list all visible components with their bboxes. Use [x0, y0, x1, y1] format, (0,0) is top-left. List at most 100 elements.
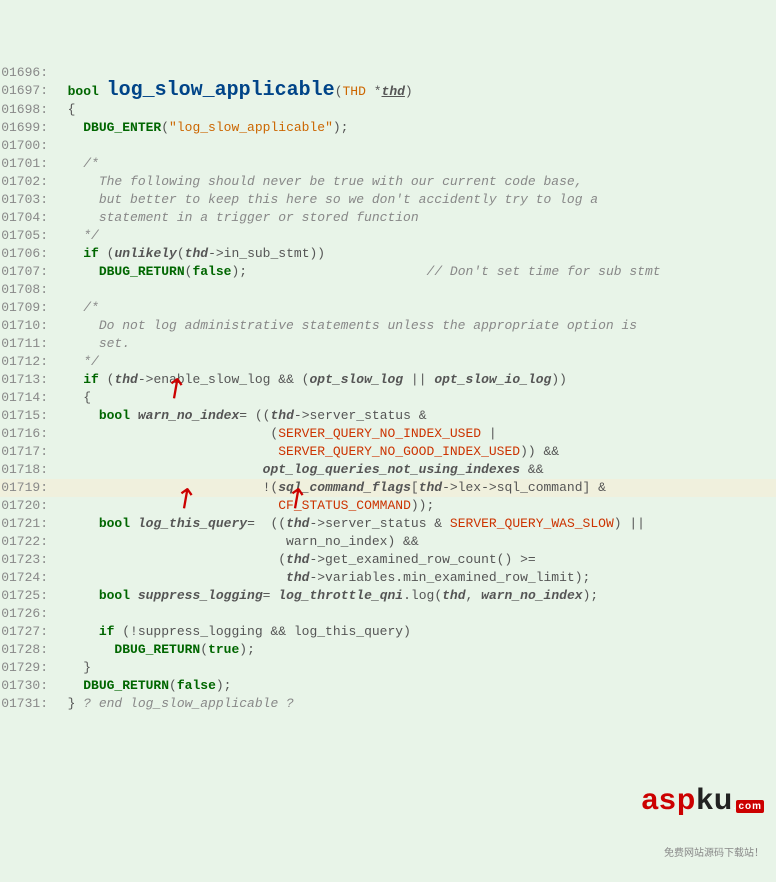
line-number: 01700:: [0, 137, 52, 155]
code-line: 01706: if (unlikely(thd->in_sub_stmt)): [0, 245, 776, 263]
code-line: 01705: */: [0, 227, 776, 245]
line-content: } ? end log_slow_applicable ?: [52, 695, 776, 713]
watermark-brand: aspku.com: [641, 783, 764, 817]
watermark-subtitle: 免费网站源码下载站！: [641, 844, 764, 859]
code-line: 01712: */: [0, 353, 776, 371]
line-content: (SERVER_QUERY_NO_INDEX_USED |: [52, 425, 776, 443]
line-number: 01709:: [0, 299, 52, 317]
line-content: DBUG_RETURN(false); // Don't set time fo…: [52, 263, 776, 281]
line-number: 01696:: [0, 64, 52, 82]
line-number: 01697:: [0, 82, 52, 101]
line-number: 01707:: [0, 263, 52, 281]
line-content: CF_STATUS_COMMAND));: [52, 497, 776, 515]
line-content: thd->variables.min_examined_row_limit);: [52, 569, 776, 587]
line-content: if (thd->enable_slow_log && (opt_slow_lo…: [52, 371, 776, 389]
line-content: opt_log_queries_not_using_indexes &&: [52, 461, 776, 479]
code-line: 01699: DBUG_ENTER("log_slow_applicable")…: [0, 119, 776, 137]
code-line: 01723: (thd->get_examined_row_count() >=: [0, 551, 776, 569]
code-line: 01717: SERVER_QUERY_NO_GOOD_INDEX_USED))…: [0, 443, 776, 461]
line-number: 01701:: [0, 155, 52, 173]
line-content: {: [52, 389, 776, 407]
code-line: 01730: DBUG_RETURN(false);: [0, 677, 776, 695]
line-content: {: [52, 101, 776, 119]
line-content: /*: [52, 155, 776, 173]
line-number: 01719:: [0, 479, 52, 497]
code-line: 01719: !(sql_command_flags[thd->lex->sql…: [0, 479, 776, 497]
line-content: bool warn_no_index= ((thd->server_status…: [52, 407, 776, 425]
line-number: 01728:: [0, 641, 52, 659]
line-number: 01722:: [0, 533, 52, 551]
code-line: 01724: thd->variables.min_examined_row_l…: [0, 569, 776, 587]
line-content: set.: [52, 335, 776, 353]
code-line: 01713: if (thd->enable_slow_log && (opt_…: [0, 371, 776, 389]
code-line: 01702: The following should never be tru…: [0, 173, 776, 191]
code-line: 01704: statement in a trigger or stored …: [0, 209, 776, 227]
line-content: [52, 281, 776, 299]
line-number: 01721:: [0, 515, 52, 533]
line-content: The following should never be true with …: [52, 173, 776, 191]
code-line: 01698: {: [0, 101, 776, 119]
line-content: bool suppress_logging= log_throttle_qni.…: [52, 587, 776, 605]
line-number: 01703:: [0, 191, 52, 209]
line-content: /*: [52, 299, 776, 317]
code-line: 01722: warn_no_index) &&: [0, 533, 776, 551]
line-number: 01714:: [0, 389, 52, 407]
code-line: 01725: bool suppress_logging= log_thrott…: [0, 587, 776, 605]
line-content: but better to keep this here so we don't…: [52, 191, 776, 209]
line-number: 01706:: [0, 245, 52, 263]
line-number: 01713:: [0, 371, 52, 389]
line-number: 01723:: [0, 551, 52, 569]
line-number: 01724:: [0, 569, 52, 587]
line-content: DBUG_RETURN(false);: [52, 677, 776, 695]
code-line: 01700:: [0, 137, 776, 155]
line-content: bool log_slow_applicable(THD *thd): [52, 82, 776, 101]
line-content: [52, 605, 776, 623]
code-line: 01720: CF_STATUS_COMMAND));: [0, 497, 776, 515]
line-number: 01717:: [0, 443, 52, 461]
code-line: 01721: bool log_this_query= ((thd->serve…: [0, 515, 776, 533]
line-number: 01708:: [0, 281, 52, 299]
line-content: }: [52, 659, 776, 677]
line-content: SERVER_QUERY_NO_GOOD_INDEX_USED)) &&: [52, 443, 776, 461]
code-line: 01701: /*: [0, 155, 776, 173]
code-line: 01718: opt_log_queries_not_using_indexes…: [0, 461, 776, 479]
line-number: 01698:: [0, 101, 52, 119]
code-line: 01729: }: [0, 659, 776, 677]
line-content: */: [52, 227, 776, 245]
line-content: DBUG_RETURN(true);: [52, 641, 776, 659]
line-content: Do not log administrative statements unl…: [52, 317, 776, 335]
line-number: 01726:: [0, 605, 52, 623]
code-line: 01714: {: [0, 389, 776, 407]
line-content: warn_no_index) &&: [52, 533, 776, 551]
line-number: 01730:: [0, 677, 52, 695]
line-number: 01710:: [0, 317, 52, 335]
line-number: 01718:: [0, 461, 52, 479]
line-number: 01731:: [0, 695, 52, 713]
line-content: (thd->get_examined_row_count() >=: [52, 551, 776, 569]
line-content: DBUG_ENTER("log_slow_applicable");: [52, 119, 776, 137]
line-number: 01711:: [0, 335, 52, 353]
line-number: 01704:: [0, 209, 52, 227]
line-content: if (unlikely(thd->in_sub_stmt)): [52, 245, 776, 263]
line-number: 01705:: [0, 227, 52, 245]
code-line: 01726:: [0, 605, 776, 623]
line-content: bool log_this_query= ((thd->server_statu…: [52, 515, 776, 533]
code-line: 01716: (SERVER_QUERY_NO_INDEX_USED |: [0, 425, 776, 443]
line-number: 01715:: [0, 407, 52, 425]
line-number: 01699:: [0, 119, 52, 137]
code-line: 01707: DBUG_RETURN(false); // Don't set …: [0, 263, 776, 281]
line-number: 01720:: [0, 497, 52, 515]
code-line: 01711: set.: [0, 335, 776, 353]
line-number: 01716:: [0, 425, 52, 443]
line-number: 01729:: [0, 659, 52, 677]
code-line: 01728: DBUG_RETURN(true);: [0, 641, 776, 659]
line-number: 01725:: [0, 587, 52, 605]
code-line: 01709: /*: [0, 299, 776, 317]
code-line: 01697: bool log_slow_applicable(THD *thd…: [0, 82, 776, 101]
line-content: */: [52, 353, 776, 371]
code-line: 01715: bool warn_no_index= ((thd->server…: [0, 407, 776, 425]
line-number: 01727:: [0, 623, 52, 641]
code-line: 01703: but better to keep this here so w…: [0, 191, 776, 209]
code-block: 01696:01697: bool log_slow_applicable(TH…: [0, 60, 776, 717]
line-content: [52, 137, 776, 155]
